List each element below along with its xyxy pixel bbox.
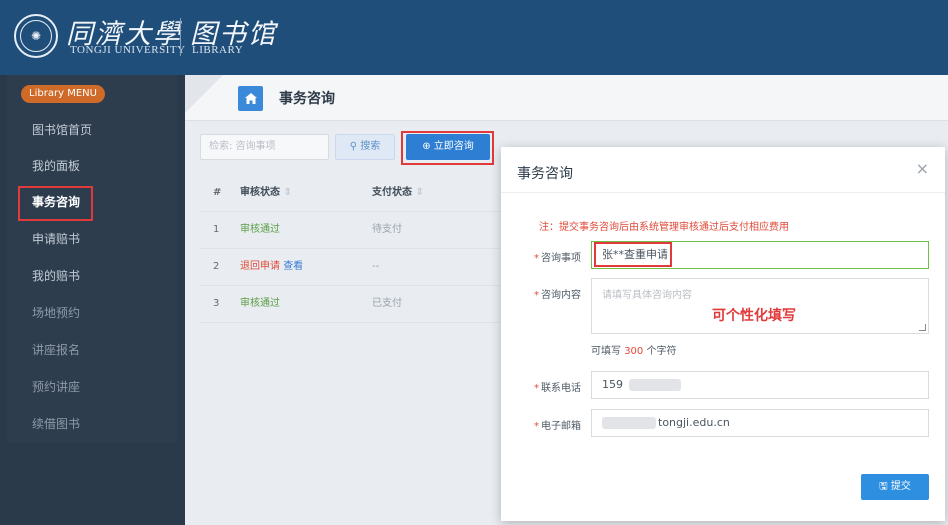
subject-input[interactable]: 张**查重申请: [591, 241, 929, 269]
search-icon: ⚲: [349, 141, 358, 152]
save-icon: 🖫: [879, 481, 888, 492]
home-icon[interactable]: [238, 86, 263, 111]
page-title: 事务咨询: [279, 91, 335, 107]
search-button-label: 搜索: [360, 141, 381, 152]
resize-handle[interactable]: [919, 324, 926, 331]
consult-table: # 审核状态 ⇕ 支付状态 ⇕ 1 审核通过 待支付 2 退回申请 查看 -- …: [200, 175, 520, 323]
col-pay-status[interactable]: 支付状态 ⇕: [372, 175, 424, 211]
content-textarea[interactable]: 请填写具体咨询内容 可个性化填写: [591, 278, 929, 334]
email-input[interactable]: tongji.edu.cn: [591, 409, 929, 437]
review-status: 审核通过: [240, 224, 280, 235]
search-input[interactable]: 检索: 咨询事项: [200, 134, 329, 160]
email-label: * 电子邮箱: [534, 421, 581, 432]
sidebar-item-lecture-signup[interactable]: 讲座报名: [7, 333, 177, 367]
submit-button[interactable]: 🖫 提交: [861, 474, 929, 500]
submit-label: 提交: [890, 481, 911, 492]
email-value: tongji.edu.cn: [658, 416, 730, 429]
sidebar-item-venue-booking[interactable]: 场地预约: [7, 296, 177, 330]
review-status: 退回申请 查看: [240, 261, 304, 272]
content-label: * 咨询内容: [534, 290, 581, 301]
table-row: 1 审核通过 待支付: [200, 212, 520, 249]
pay-status: 待支付: [372, 224, 402, 235]
site-header: ✺ 同濟大學 TONGJI UNIVERSITY 图书馆 LIBRARY: [0, 0, 948, 75]
phone-input[interactable]: 159: [591, 371, 929, 399]
col-index: #: [213, 187, 222, 198]
university-logo-en: TONGJI UNIVERSITY: [70, 44, 186, 56]
content-annotation: 可个性化填写: [712, 308, 796, 324]
search-placeholder: 检索: 咨询事项: [209, 141, 276, 152]
subject-value: 张**查重申请: [602, 248, 668, 261]
sidebar-item-renew-books[interactable]: 续借图书: [7, 407, 177, 441]
table-header-row: # 审核状态 ⇕ 支付状态 ⇕: [200, 175, 520, 212]
col-review-status[interactable]: 审核状态 ⇕: [240, 175, 292, 211]
review-status: 审核通过: [240, 298, 280, 309]
view-link[interactable]: 查看: [283, 261, 303, 272]
page-header: 事务咨询: [185, 75, 948, 121]
modal-notice: 注：提交事务咨询后由系统管理审核通过后支付相应费用: [539, 222, 789, 233]
table-row: 3 审核通过 已支付: [200, 286, 520, 323]
table-row: 2 退回申请 查看 --: [200, 249, 520, 286]
row-index: 1: [213, 224, 220, 235]
phone-label: * 联系电话: [534, 383, 581, 394]
pay-status: 已支付: [372, 298, 402, 309]
sidebar-item-my-compensation[interactable]: 我的赔书: [7, 259, 177, 293]
phone-value: 159: [602, 378, 623, 391]
consult-now-button[interactable]: ⊕ 立即咨询: [406, 134, 490, 160]
consult-button-label: 立即咨询: [433, 141, 474, 152]
modal-title: 事务咨询: [517, 166, 573, 182]
university-seal-icon: ✺: [14, 14, 58, 58]
add-circle-icon: ⊕: [422, 141, 431, 152]
sort-icon: ⇕: [415, 187, 424, 198]
sidebar-item-lecture-reserve[interactable]: 预约讲座: [7, 370, 177, 404]
content-placeholder: 请填写具体咨询内容: [602, 290, 692, 301]
library-logo-en: LIBRARY: [192, 44, 244, 56]
char-limit-hint: 可填写 300 个字符: [591, 346, 677, 357]
redacted-blur: [602, 417, 656, 429]
sidebar-item-dashboard[interactable]: 我的面板: [7, 149, 177, 183]
logo-divider: [180, 18, 181, 56]
library-menu-badge: Library MENU: [21, 85, 105, 103]
redacted-blur: [629, 379, 681, 391]
sidebar-item-apply-compensation[interactable]: 申请赔书: [7, 222, 177, 256]
page-fold: [185, 75, 223, 113]
close-icon[interactable]: ×: [916, 159, 929, 178]
sidebar-item-home[interactable]: 图书馆首页: [7, 113, 177, 147]
sort-icon: ⇕: [283, 187, 292, 198]
consult-modal: 事务咨询 × 注：提交事务咨询后由系统管理审核通过后支付相应费用 * 咨询事项 张…: [501, 147, 945, 521]
sidebar: Library MENU 图书馆首页 我的面板 事务咨询 申请赔书 我的赔书 场…: [7, 75, 177, 443]
subject-label: * 咨询事项: [534, 253, 581, 264]
search-button[interactable]: ⚲ 搜索: [335, 134, 395, 160]
modal-divider: [501, 192, 945, 193]
row-index: 2: [213, 261, 220, 272]
sidebar-item-consult[interactable]: 事务咨询: [7, 185, 177, 219]
pay-status: --: [372, 261, 380, 272]
row-index: 3: [213, 298, 220, 309]
sidebar-footer: [0, 443, 185, 525]
